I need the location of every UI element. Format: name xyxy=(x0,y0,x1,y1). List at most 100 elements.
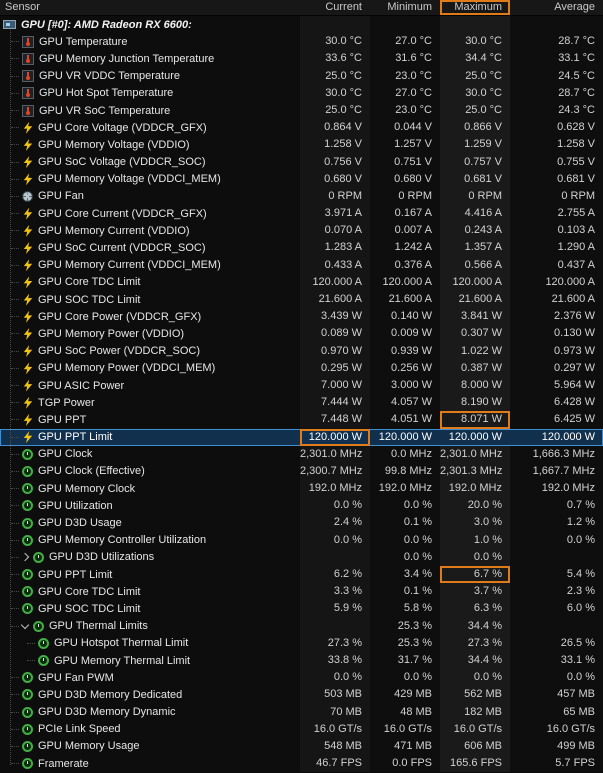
sensor-row[interactable]: GPU Hot Spot Temperature 30.0 °C 27.0 °C… xyxy=(0,84,603,102)
cell-maximum: 0.387 W xyxy=(440,359,510,377)
cell-minimum: 23.0 °C xyxy=(370,67,440,85)
cell-minimum: 27.0 °C xyxy=(370,33,440,51)
expander-icon[interactable] xyxy=(20,620,30,629)
sensor-row[interactable]: GPU SoC Power (VDDCR_SOC) 0.970 W 0.939 … xyxy=(0,342,603,360)
sensor-row[interactable]: GPU VR SoC Temperature 25.0 °C 23.0 °C 2… xyxy=(0,101,603,120)
sensor-row[interactable]: TGP Power 7.444 W 4.057 W 8.190 W 6.428 … xyxy=(0,394,603,412)
cell-maximum: 3.841 W xyxy=(440,308,510,326)
sensor-row[interactable]: Framerate 46.7 FPS 0.0 FPS 165.6 FPS 5.7… xyxy=(0,755,603,773)
tree-connector xyxy=(11,488,19,490)
sensor-row[interactable]: GPU Memory Clock 192.0 MHz 192.0 MHz 192… xyxy=(0,480,603,498)
tree-connector xyxy=(11,763,19,765)
sensor-label: Framerate xyxy=(38,757,89,770)
sensor-row[interactable]: GPU SOC TDC Limit 21.600 A 21.600 A 21.6… xyxy=(0,291,603,309)
col-header-minimum[interactable]: Minimum xyxy=(370,0,440,15)
cell-maximum: 1.357 A xyxy=(440,239,510,257)
col-header-average[interactable]: Average xyxy=(510,0,603,15)
sensor-row[interactable]: GPU Memory Power (VDDCI_MEM) 0.295 W 0.2… xyxy=(0,359,603,377)
sensor-row[interactable]: GPU Memory Thermal Limit 33.8 % 31.7 % 3… xyxy=(0,651,603,670)
sensor-row[interactable]: GPU Memory Usage 548 MB 471 MB 606 MB 49… xyxy=(0,737,603,756)
sensor-row[interactable]: GPU D3D Usage 2.4 % 0.1 % 3.0 % 1.2 % xyxy=(0,514,603,532)
bolt-icon xyxy=(23,173,33,186)
sensor-label: GPU Hot Spot Temperature xyxy=(39,87,174,100)
sensor-row[interactable]: GPU Temperature 30.0 °C 27.0 °C 30.0 °C … xyxy=(0,33,603,51)
sensor-row[interactable]: GPU Memory Controller Utilization 0.0 % … xyxy=(0,531,603,549)
sensor-row[interactable]: GPU PPT 7.448 W 4.051 W 8.071 W 6.425 W xyxy=(0,411,603,429)
cell-average: 6.425 W xyxy=(510,411,603,429)
sensor-row[interactable]: GPU Memory Junction Temperature 33.6 °C … xyxy=(0,50,603,68)
sensor-label: GPU Memory Clock xyxy=(38,482,136,495)
bolt-icon xyxy=(23,156,33,169)
gauge-icon xyxy=(33,551,44,563)
sensor-row[interactable]: GPU Utilization 0.0 % 0.0 % 20.0 % 0.7 % xyxy=(0,497,603,515)
sensor-row[interactable]: GPU VR VDDC Temperature 25.0 °C 23.0 °C … xyxy=(0,67,603,85)
tree-connector xyxy=(11,75,19,77)
col-header-current[interactable]: Current xyxy=(300,0,370,15)
cell-minimum: 25.3 % xyxy=(370,634,440,652)
cell-minimum: 0.0 % xyxy=(370,548,440,566)
sensor-label: GPU VR SoC Temperature xyxy=(39,104,171,117)
sensor-row[interactable]: GPU Memory Voltage (VDDCI_MEM) 0.680 V 0… xyxy=(0,170,603,188)
sensor-row[interactable]: GPU Core Current (VDDCR_GFX) 3.971 A 0.1… xyxy=(0,205,603,223)
sensor-row[interactable]: GPU PPT Limit 6.2 % 3.4 % 6.7 % 5.4 % xyxy=(0,566,603,584)
cell-maximum: 165.6 FPS xyxy=(440,755,510,773)
sensor-row[interactable]: GPU D3D Utilizations 0.0 % 0.0 % xyxy=(0,548,603,566)
sensor-row[interactable]: GPU Clock 2,301.0 MHz 0.0 MHz 2,301.0 MH… xyxy=(0,445,603,463)
sensor-row[interactable]: GPU Core TDC Limit 120.000 A 120.000 A 1… xyxy=(0,273,603,291)
gauge-icon xyxy=(38,637,49,649)
cell-average: 2.376 W xyxy=(510,308,603,326)
sensor-label: GPU Memory Voltage (VDDCI_MEM) xyxy=(38,173,221,186)
sensor-row[interactable]: GPU Fan 0 RPM 0 RPM 0 RPM 0 RPM xyxy=(0,187,603,206)
sensor-row[interactable]: GPU Fan PWM 0.0 % 0.0 % 0.0 % 0.0 % xyxy=(0,669,603,687)
sensor-row[interactable]: GPU Memory Power (VDDIO) 0.089 W 0.009 W… xyxy=(0,325,603,343)
sensor-row[interactable]: GPU Hotspot Thermal Limit 27.3 % 25.3 % … xyxy=(0,634,603,652)
sensor-row[interactable]: GPU Memory Current (VDDIO) 0.070 A 0.007… xyxy=(0,222,603,240)
cell-average: 0.628 V xyxy=(510,119,603,137)
sensor-row[interactable]: GPU Memory Voltage (VDDIO) 1.258 V 1.257… xyxy=(0,136,603,154)
col-header-maximum[interactable]: Maximum xyxy=(440,0,510,15)
sensor-row[interactable]: GPU Memory Current (VDDCI_MEM) 0.433 A 0… xyxy=(0,256,603,274)
tree-connector xyxy=(11,505,19,507)
sensor-label: GPU D3D Usage xyxy=(38,517,122,530)
expander-icon[interactable] xyxy=(20,553,30,562)
col-header-sensor[interactable]: Sensor xyxy=(0,0,300,15)
tree-connector xyxy=(11,299,19,301)
cell-current: 3.439 W xyxy=(300,308,370,326)
sensor-row[interactable]: GPU SoC Voltage (VDDCR_SOC) 0.756 V 0.75… xyxy=(0,153,603,171)
cell-minimum: 1.242 A xyxy=(370,239,440,257)
sensor-row[interactable]: GPU D3D Memory Dynamic 70 MB 48 MB 182 M… xyxy=(0,703,603,721)
sensor-label: GPU PPT xyxy=(38,413,87,426)
cell-maximum: 1.0 % xyxy=(440,531,510,549)
sensor-label: GPU Memory Junction Temperature xyxy=(39,52,215,65)
sensor-row[interactable]: GPU SOC TDC Limit 5.9 % 5.8 % 6.3 % 6.0 … xyxy=(0,600,603,618)
cell-current: 30.0 °C xyxy=(300,84,370,102)
sensor-row[interactable]: GPU PPT Limit 120.000 W 120.000 W 120.00… xyxy=(0,428,603,446)
sensor-row[interactable]: GPU Clock (Effective) 2,300.7 MHz 99.8 M… xyxy=(0,462,603,481)
cell-maximum: 3.0 % xyxy=(440,514,510,532)
sensor-row[interactable]: GPU Thermal Limits 25.3 % 34.4 % xyxy=(0,617,603,635)
table-header: Sensor Current Minimum Maximum Average xyxy=(0,0,603,16)
gauge-icon xyxy=(22,740,33,752)
gauge-icon xyxy=(22,500,33,512)
cell-current: 46.7 FPS xyxy=(300,755,370,773)
gauge-icon xyxy=(22,517,33,529)
sensor-row[interactable]: PCIe Link Speed 16.0 GT/s 16.0 GT/s 16.0… xyxy=(0,720,603,738)
sensor-label: GPU SOC TDC Limit xyxy=(38,602,141,615)
sensor-rows: GPU [#0]: AMD Radeon RX 6600: GPU Temper… xyxy=(0,16,603,773)
sensor-row[interactable]: GPU Core Power (VDDCR_GFX) 3.439 W 0.140… xyxy=(0,308,603,326)
cell-maximum: 0.0 % xyxy=(440,548,510,566)
group-header-row[interactable]: GPU [#0]: AMD Radeon RX 6600: xyxy=(0,16,603,34)
sensor-row[interactable]: GPU ASIC Power 7.000 W 3.000 W 8.000 W 5… xyxy=(0,376,603,395)
tree-connector xyxy=(11,127,19,129)
tree-connector xyxy=(11,402,19,404)
cell-minimum: 3.000 W xyxy=(370,376,440,395)
gauge-icon xyxy=(22,723,33,735)
sensor-row[interactable]: GPU Core TDC Limit 3.3 % 0.1 % 3.7 % 2.3… xyxy=(0,583,603,601)
sensor-row[interactable]: GPU D3D Memory Dedicated 503 MB 429 MB 5… xyxy=(0,686,603,704)
cell-current: 5.9 % xyxy=(300,600,370,618)
sensor-row[interactable]: GPU Core Voltage (VDDCR_GFX) 0.864 V 0.0… xyxy=(0,119,603,137)
cell-current: 120.000 A xyxy=(300,273,370,291)
cell-minimum: 120.000 A xyxy=(370,273,440,291)
cell-current: 0.0 % xyxy=(300,669,370,687)
sensor-row[interactable]: GPU SoC Current (VDDCR_SOC) 1.283 A 1.24… xyxy=(0,239,603,257)
